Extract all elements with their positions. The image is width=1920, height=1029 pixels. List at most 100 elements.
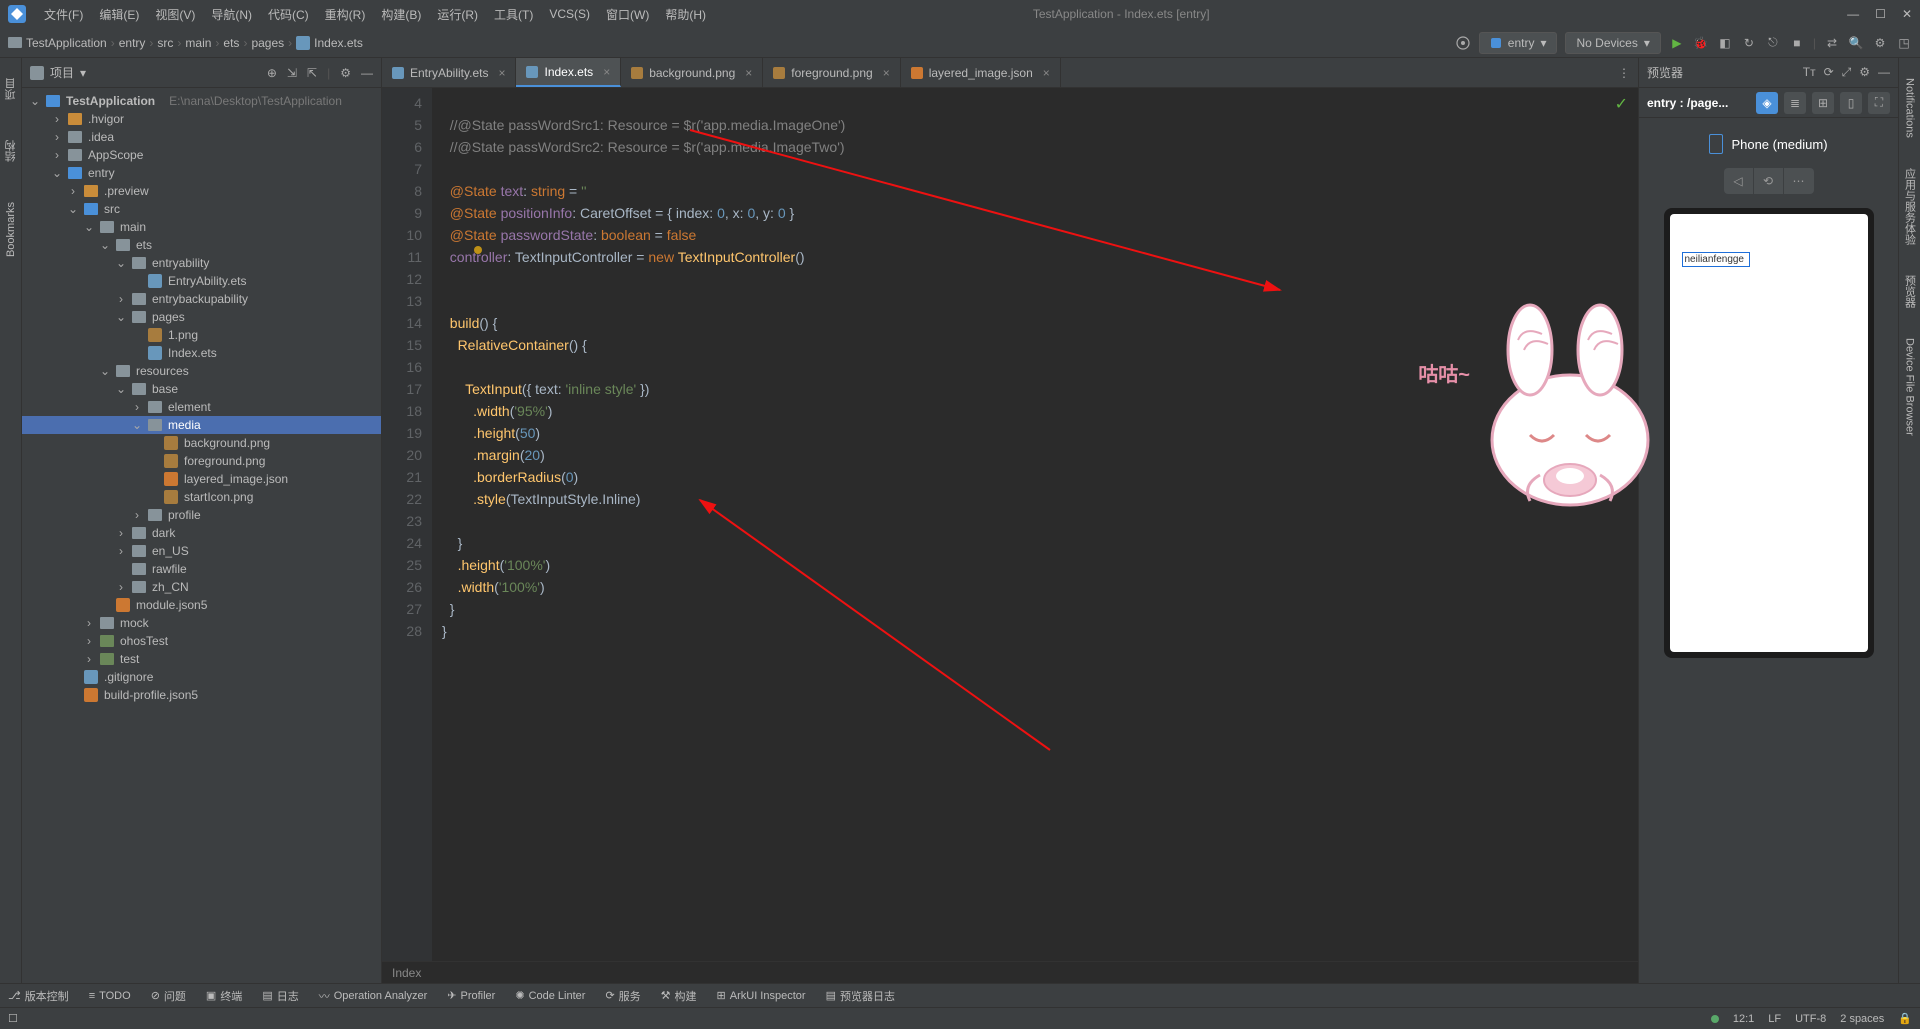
- project-tree[interactable]: ⌄ TestApplication E:\nana\Desktop\TestAp…: [22, 88, 381, 983]
- target-icon[interactable]: [1455, 35, 1471, 51]
- services-button[interactable]: ⟳ 服务: [605, 988, 640, 1004]
- nav-more-icon[interactable]: ⋯: [1784, 168, 1814, 194]
- file-encoding[interactable]: UTF-8: [1795, 1013, 1826, 1025]
- tree-item[interactable]: startIcon.png: [22, 488, 381, 506]
- nav-rotate-icon[interactable]: ⟲: [1754, 168, 1784, 194]
- menu-build[interactable]: 构建(B): [375, 2, 427, 27]
- bookmarks-tool-button[interactable]: Bookmarks: [5, 202, 17, 257]
- select-opened-icon[interactable]: ⊕: [267, 66, 277, 80]
- tree-item[interactable]: Index.ets: [22, 344, 381, 362]
- stack-icon[interactable]: ≣: [1784, 92, 1806, 114]
- tree-item[interactable]: ⌄pages: [22, 308, 381, 326]
- build-button[interactable]: ⚒ 构建: [661, 988, 697, 1004]
- expand-icon[interactable]: ⛶: [1868, 92, 1890, 114]
- menu-navigate[interactable]: 导航(N): [205, 2, 258, 27]
- breadcrumb-item[interactable]: TestApplication: [26, 36, 107, 50]
- previewer-tool-button[interactable]: 预览器: [1902, 275, 1918, 308]
- caret-position[interactable]: 12:1: [1733, 1013, 1754, 1025]
- device-file-tool-button[interactable]: Device File Browser: [1904, 338, 1916, 436]
- tree-item[interactable]: ⌄entryability: [22, 254, 381, 272]
- hide-icon[interactable]: —: [1878, 65, 1890, 80]
- text-size-icon[interactable]: Tᴛ: [1803, 65, 1816, 80]
- close-icon[interactable]: ×: [603, 65, 610, 79]
- tree-item[interactable]: ⌄src: [22, 200, 381, 218]
- portrait-icon[interactable]: ▯: [1840, 92, 1862, 114]
- tree-item[interactable]: ⌄base: [22, 380, 381, 398]
- tree-item[interactable]: ⌄ets: [22, 236, 381, 254]
- editor-tab[interactable]: EntryAbility.ets×: [382, 58, 516, 87]
- editor-tab[interactable]: foreground.png×: [763, 58, 900, 87]
- gear-icon[interactable]: ⚙: [1872, 35, 1888, 51]
- window-minimize-icon[interactable]: —: [1847, 7, 1859, 21]
- gear-icon[interactable]: ⚙: [340, 66, 351, 80]
- version-control-button[interactable]: ⎇ 版本控制: [8, 988, 69, 1004]
- log-button[interactable]: ▤ 日志: [262, 988, 298, 1004]
- tree-item[interactable]: ⌄main: [22, 218, 381, 236]
- tree-item[interactable]: ›.preview: [22, 182, 381, 200]
- menu-tools[interactable]: 工具(T): [488, 2, 539, 27]
- preview-text-input[interactable]: [1682, 252, 1750, 267]
- tree-item[interactable]: layered_image.json: [22, 470, 381, 488]
- tree-item[interactable]: ⌄resources: [22, 362, 381, 380]
- menu-window[interactable]: 窗口(W): [600, 2, 655, 27]
- notifications-tool-button[interactable]: Notifications: [1904, 78, 1916, 138]
- sync-icon[interactable]: ⇄: [1824, 35, 1840, 51]
- menu-run[interactable]: 运行(R): [431, 2, 484, 27]
- tree-item[interactable]: ›entrybackupability: [22, 290, 381, 308]
- tree-item[interactable]: ›ohosTest: [22, 632, 381, 650]
- window-close-icon[interactable]: ✕: [1902, 7, 1912, 21]
- tree-item[interactable]: 1.png: [22, 326, 381, 344]
- menu-vcs[interactable]: VCS(S): [543, 3, 596, 25]
- tree-item[interactable]: ›dark: [22, 524, 381, 542]
- close-icon[interactable]: ×: [883, 66, 890, 80]
- problems-button[interactable]: ⊘ 问题: [151, 988, 186, 1004]
- expand-all-icon[interactable]: ⇲: [287, 66, 297, 80]
- status-indicator-icon[interactable]: [1711, 1015, 1719, 1023]
- tree-item[interactable]: foreground.png: [22, 452, 381, 470]
- profiler-button[interactable]: ✈ Profiler: [447, 989, 495, 1002]
- rotate-icon[interactable]: ⤢: [1842, 65, 1852, 80]
- indent-setting[interactable]: 2 spaces: [1840, 1013, 1884, 1025]
- tree-item[interactable]: ›.idea: [22, 128, 381, 146]
- tree-item[interactable]: EntryAbility.ets: [22, 272, 381, 290]
- grid-icon[interactable]: ⊞: [1812, 92, 1834, 114]
- tree-item[interactable]: build-profile.json5: [22, 686, 381, 704]
- structure-tool-button[interactable]: 结构: [3, 140, 19, 162]
- readonly-icon[interactable]: 🔒: [1898, 1012, 1912, 1025]
- editor-tab[interactable]: Index.ets×: [516, 58, 621, 87]
- search-icon[interactable]: 🔍: [1848, 35, 1864, 51]
- breadcrumb-item[interactable]: pages: [251, 36, 284, 50]
- tree-item[interactable]: ›element: [22, 398, 381, 416]
- coverage-icon[interactable]: ◧: [1717, 35, 1733, 51]
- tree-item[interactable]: ›test: [22, 650, 381, 668]
- layers-icon[interactable]: ◈: [1756, 92, 1778, 114]
- stop-icon[interactable]: ■: [1789, 35, 1805, 51]
- previewer-log-button[interactable]: ▤ 预览器日志: [826, 988, 895, 1004]
- menu-code[interactable]: 代码(C): [262, 2, 315, 27]
- menu-view[interactable]: 视图(V): [149, 2, 201, 27]
- run-config-dropdown[interactable]: entry ▾: [1479, 32, 1558, 54]
- line-ending[interactable]: LF: [1768, 1013, 1781, 1025]
- tree-item[interactable]: .gitignore: [22, 668, 381, 686]
- debug-icon[interactable]: 🐞: [1693, 35, 1709, 51]
- tree-item[interactable]: rawfile: [22, 560, 381, 578]
- preview-entry-label[interactable]: entry : /page...: [1647, 96, 1728, 110]
- collapse-all-icon[interactable]: ⇱: [307, 66, 317, 80]
- close-icon[interactable]: ×: [745, 66, 752, 80]
- file-breadcrumb[interactable]: Index: [382, 961, 1638, 983]
- tree-item[interactable]: module.json5: [22, 596, 381, 614]
- tree-item[interactable]: ›AppScope: [22, 146, 381, 164]
- notifications-icon[interactable]: ◳: [1896, 35, 1912, 51]
- code-linter-button[interactable]: ✺ Code Linter: [515, 989, 585, 1002]
- breadcrumb-item[interactable]: Index.ets: [314, 36, 363, 50]
- attach-icon[interactable]: ⎋: [1765, 35, 1781, 51]
- breadcrumb-item[interactable]: ets: [223, 36, 239, 50]
- arkui-inspector-button[interactable]: ⊞ ArkUI Inspector: [717, 989, 806, 1002]
- run-icon[interactable]: ▶: [1669, 35, 1685, 51]
- menu-file[interactable]: 文件(F): [38, 2, 89, 27]
- menu-edit[interactable]: 编辑(E): [93, 2, 145, 27]
- hide-icon[interactable]: —: [361, 66, 373, 80]
- window-maximize-icon[interactable]: ☐: [1875, 7, 1886, 21]
- tree-root[interactable]: ⌄ TestApplication E:\nana\Desktop\TestAp…: [22, 92, 381, 110]
- menu-refactor[interactable]: 重构(R): [319, 2, 372, 27]
